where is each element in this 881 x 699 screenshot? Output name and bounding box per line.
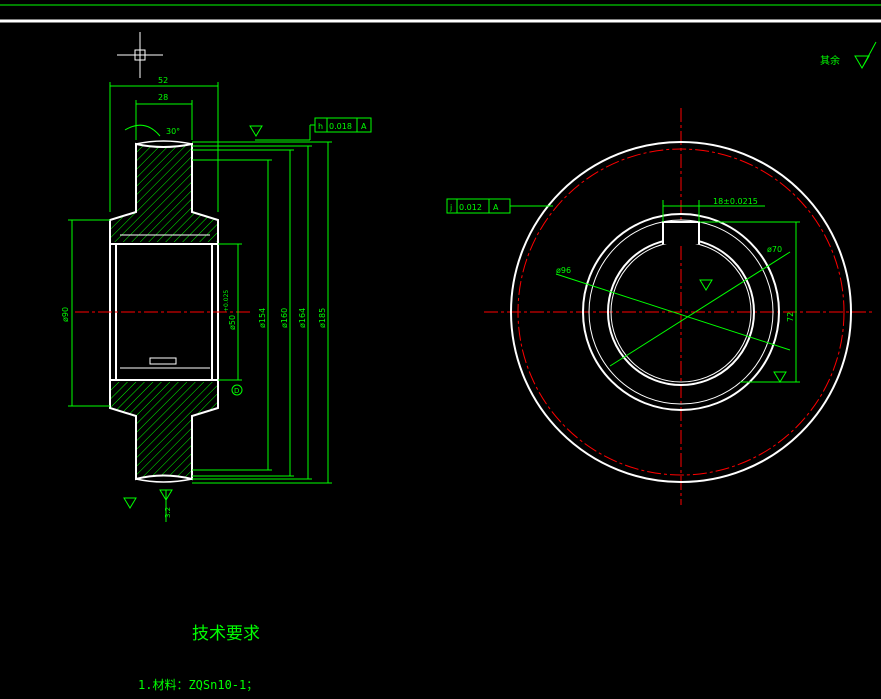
roughness-symbol-icon [854,41,877,69]
side-view: h 0.018 A 52 28 30° ø90 ø50 +0.025 ø154 … [61,76,372,522]
dim-dia-bore: ø50 [228,315,237,330]
lower-hatch [110,382,218,479]
dim-dia-70: ø70 [767,245,782,254]
dim-dia-160: ø160 [280,308,289,328]
tolerance-frame-front: j 0.012 A [446,198,511,214]
roughness-note-label: 其余 [820,54,840,67]
dim-width-hub: 28 [158,93,168,102]
tolerance-value-front: 0.012 [459,203,482,212]
upper-hatch [110,144,218,242]
tech-requirement-item-1: 1.材料：ZQSn10-1； [138,678,258,692]
dim-dia-185: ø185 [318,308,327,328]
datum-label: D [234,387,239,395]
roughness-value: 3.2 [164,507,172,518]
tolerance-frame-side: h 0.018 A [314,117,372,133]
roughness-note: 其余 [820,41,877,69]
dim-keyway-depth: 72 [786,312,795,322]
dim-dia-90: ø90 [61,307,70,322]
dim-width-total: 52 [158,76,168,85]
dim-dia-164: ø164 [298,308,307,328]
dim-dia-154: ø154 [258,308,267,328]
keyway [662,221,700,244]
dim-bore-tolerance: +0.025 [223,290,230,312]
dim-dia-96: ø96 [556,266,571,275]
tolerance-datum: A [361,122,367,131]
dim-keyway: 18±0.0215 [713,197,758,206]
crosshair-cursor [117,32,163,78]
tolerance-value: 0.018 [329,122,352,131]
tolerance-symbol-front: j [449,203,452,212]
dim-angle: 30° [166,127,180,136]
tolerance-datum-front: A [493,203,499,212]
cad-drawing: h 0.018 A 52 28 30° ø90 ø50 +0.025 ø154 … [0,4,881,692]
title-border [0,4,881,23]
front-view: j 0.012 A 18±0.0215 ø96 ø70 72 [446,108,872,505]
tech-requirements-title: 技术要求 [192,624,260,644]
tolerance-symbol: h [318,122,323,131]
